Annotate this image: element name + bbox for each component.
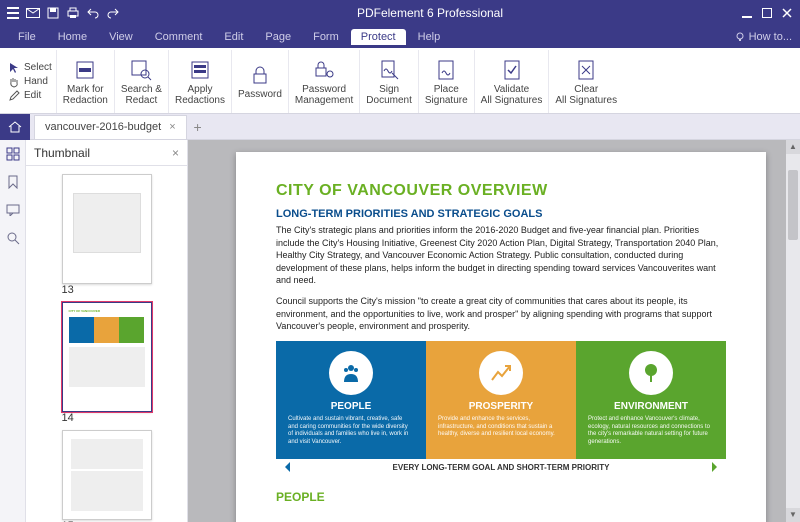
- ribbon-tools-group: Select Hand Edit: [4, 50, 57, 113]
- search-redact-button[interactable]: Search & Redact: [115, 50, 169, 113]
- thumbnail-item[interactable]: CITY OF VANCOUVER 14: [62, 302, 152, 424]
- lightbulb-icon: [735, 32, 745, 42]
- minimize-button[interactable]: [738, 4, 756, 22]
- workspace: Thumbnail × 13 CITY OF VANCOUVER 14 15 C…: [0, 140, 800, 522]
- thumbnail-list[interactable]: 13 CITY OF VANCOUVER 14 15: [26, 166, 187, 522]
- people-icon: [329, 351, 373, 395]
- lock-gear-icon: [312, 58, 336, 82]
- lock-icon: [248, 63, 272, 87]
- column-title: PEOPLE: [288, 401, 414, 412]
- column-title: ENVIRONMENT: [588, 401, 714, 412]
- clear-sig-icon: [574, 58, 598, 82]
- password-button[interactable]: Password: [232, 50, 289, 113]
- app-title: PDFelement 6 Professional: [122, 6, 738, 20]
- thumbnail-panel-icon[interactable]: [5, 146, 21, 162]
- page-paragraph: Council supports the City's mission "to …: [276, 295, 726, 333]
- column-desc: Cultivate and sustain vibrant, creative,…: [288, 416, 414, 447]
- vertical-scrollbar[interactable]: ▲ ▼: [786, 140, 800, 522]
- howto-label: How to...: [749, 31, 792, 43]
- validate-icon: [500, 58, 524, 82]
- document-tab[interactable]: vancouver-2016-budget ×: [34, 115, 187, 139]
- menu-protect[interactable]: Protect: [351, 29, 406, 45]
- title-bar: PDFelement 6 Professional: [0, 0, 800, 26]
- app-menu-icon[interactable]: [4, 4, 22, 22]
- thumbnail-close-icon[interactable]: ×: [172, 146, 179, 160]
- banner-text: EVERY LONG-TERM GOAL AND SHORT-TERM PRIO…: [276, 459, 726, 476]
- environment-icon: [629, 351, 673, 395]
- search-panel-icon[interactable]: [5, 230, 21, 246]
- redaction-icon: [73, 58, 97, 82]
- redo-icon[interactable]: [104, 4, 122, 22]
- column-desc: Protect and enhance Vancouver's climate,…: [588, 416, 714, 447]
- save-icon[interactable]: [44, 4, 62, 22]
- annotation-panel-icon[interactable]: [5, 202, 21, 218]
- scroll-down-icon[interactable]: ▼: [786, 508, 800, 522]
- thumbnail-header: Thumbnail ×: [26, 140, 187, 166]
- mark-redaction-button[interactable]: Mark for Redaction: [57, 50, 115, 113]
- clear-signatures-button[interactable]: Clear All Signatures: [549, 50, 623, 113]
- column-prosperity: PROSPERITY Provide and enhance the servi…: [426, 341, 576, 461]
- prosperity-icon: [479, 351, 523, 395]
- menu-help[interactable]: Help: [408, 29, 451, 45]
- hand-tool[interactable]: Hand: [8, 75, 48, 89]
- scroll-thumb[interactable]: [788, 170, 798, 240]
- bookmark-panel-icon[interactable]: [5, 174, 21, 190]
- column-people: PEOPLE Cultivate and sustain vibrant, cr…: [276, 341, 426, 461]
- column-environment: ENVIRONMENT Protect and enhance Vancouve…: [576, 341, 726, 461]
- three-column-graphic: PEOPLE Cultivate and sustain vibrant, cr…: [276, 341, 726, 461]
- search-redact-icon: [129, 58, 153, 82]
- column-desc: Provide and enhance the services, infras…: [438, 416, 564, 439]
- menu-edit[interactable]: Edit: [214, 29, 253, 45]
- thumbnail-item[interactable]: 15: [62, 430, 152, 522]
- scroll-up-icon[interactable]: ▲: [786, 140, 800, 154]
- add-tab-button[interactable]: +: [187, 119, 209, 135]
- thumbnail-pane: Thumbnail × 13 CITY OF VANCOUVER 14 15: [26, 140, 188, 522]
- menu-page[interactable]: Page: [255, 29, 301, 45]
- menu-home[interactable]: Home: [48, 29, 97, 45]
- document-canvas[interactable]: CITY OF VANCOUVER OVERVIEW LONG-TERM PRI…: [188, 140, 800, 522]
- page-heading-2: LONG-TERM PRIORITIES AND STRATEGIC GOALS: [276, 208, 726, 220]
- close-button[interactable]: [778, 4, 796, 22]
- edit-tool[interactable]: Edit: [8, 89, 41, 103]
- undo-icon[interactable]: [84, 4, 102, 22]
- tab-label: vancouver-2016-budget: [45, 121, 161, 133]
- ribbon: Select Hand Edit Mark for Redaction Sear…: [0, 48, 800, 114]
- document-page: CITY OF VANCOUVER OVERVIEW LONG-TERM PRI…: [236, 152, 766, 522]
- menu-bar: File Home View Comment Edit Page Form Pr…: [0, 26, 800, 48]
- column-title: PROSPERITY: [438, 401, 564, 412]
- cursor-icon: [8, 62, 20, 74]
- validate-signatures-button[interactable]: Validate All Signatures: [475, 50, 550, 113]
- thumbnail-title: Thumbnail: [34, 146, 90, 160]
- page-paragraph: The City's strategic plans and prioritie…: [276, 224, 726, 287]
- mail-icon[interactable]: [24, 4, 42, 22]
- sign-document-button[interactable]: Sign Document: [360, 50, 419, 113]
- menu-comment[interactable]: Comment: [145, 29, 213, 45]
- place-signature-button[interactable]: Place Signature: [419, 50, 475, 113]
- thumbnail-label: 14: [62, 412, 152, 424]
- maximize-button[interactable]: [758, 4, 776, 22]
- hand-icon: [8, 76, 20, 88]
- tab-close-icon[interactable]: ×: [169, 121, 175, 133]
- menu-form[interactable]: Form: [303, 29, 349, 45]
- home-tab[interactable]: [0, 114, 30, 140]
- apply-redactions-button[interactable]: Apply Redactions: [169, 50, 232, 113]
- thumbnail-label: 13: [62, 284, 152, 296]
- page-heading-3: PEOPLE: [276, 490, 726, 504]
- menu-view[interactable]: View: [99, 29, 143, 45]
- page-heading-1: CITY OF VANCOUVER OVERVIEW: [276, 182, 726, 200]
- sign-icon: [377, 58, 401, 82]
- home-icon: [8, 121, 22, 133]
- tab-bar: vancouver-2016-budget × +: [0, 114, 800, 140]
- pencil-icon: [8, 90, 20, 102]
- left-rail: [0, 140, 26, 522]
- howto-link[interactable]: How to...: [735, 31, 792, 43]
- menu-file[interactable]: File: [8, 29, 46, 45]
- password-mgmt-button[interactable]: Password Management: [289, 50, 360, 113]
- print-icon[interactable]: [64, 4, 82, 22]
- thumbnail-item[interactable]: 13: [62, 174, 152, 296]
- apply-redact-icon: [188, 58, 212, 82]
- select-tool[interactable]: Select: [8, 61, 52, 75]
- signature-icon: [434, 58, 458, 82]
